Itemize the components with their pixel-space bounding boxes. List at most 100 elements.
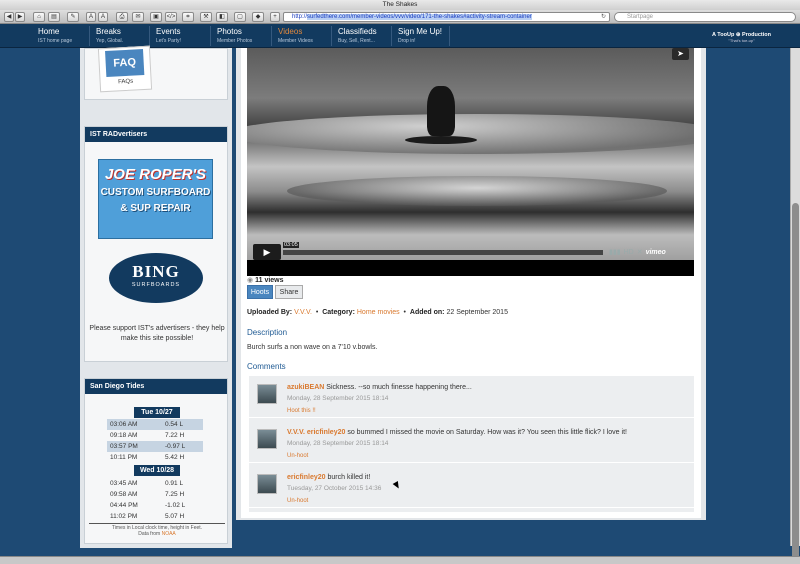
faq-box: FAQ FAQs xyxy=(84,45,228,100)
category-link[interactable]: Home movies xyxy=(357,309,400,316)
video-time: 03:05 xyxy=(283,242,299,248)
play-button[interactable]: ▶ xyxy=(253,244,281,260)
advertiser-note: Please support IST's advertisers - they … xyxy=(89,325,225,342)
avatar[interactable] xyxy=(257,474,277,494)
comment-text: Sickness. --so much finesse happening th… xyxy=(326,384,472,391)
comment-item: azukiBEAN Sickness. --so much finesse ha… xyxy=(249,376,694,418)
sidebar: FAQ FAQs IST RADvertisers JOE ROPER'S CU… xyxy=(80,45,232,548)
fullscreen-icon[interactable]: ✕ xyxy=(637,249,643,256)
uploader-link[interactable]: V.V.V. xyxy=(294,309,312,316)
browser-toolbar: ◀ ▶ ⌂ ▤ ✎ A A ⎙ ✉ ▣ </> ⌗ ⚒ ◧ ▢ ◆ + http… xyxy=(0,10,800,24)
comment-author[interactable]: ericfinley20 xyxy=(287,474,326,481)
mail-icon[interactable]: ✉ xyxy=(132,12,144,22)
tide-day-header: Wed 10/28 xyxy=(134,465,180,476)
noaa-link[interactable]: NOAA xyxy=(162,531,176,537)
video-frame xyxy=(427,86,455,136)
main-panel: ➤ ▶ 03:05 ▮▮▮ HD ✕ vimeo ◉ 11 views Hoots Sh… xyxy=(236,48,706,520)
tide-row: 11:02 PM 5.07 H xyxy=(110,513,185,520)
tide-day-header: Tue 10/27 xyxy=(134,407,180,418)
nav-item-events[interactable]: Events Let's Party! xyxy=(150,26,211,46)
reload-icon[interactable]: ↻ xyxy=(601,13,606,21)
site-brand: A TooUp ⊕ Production "That's toe-up" xyxy=(712,32,771,43)
description-text: Burch surfs a non wave on a 7'10 v.bowls… xyxy=(247,344,378,351)
extension-icon[interactable]: ◆ xyxy=(252,12,264,22)
url-field[interactable]: http://surfedthere.com/member-videos/vvv… xyxy=(283,12,610,22)
tools-icon[interactable]: ⚒ xyxy=(200,12,212,22)
tides-note: Times in Local clock time, height in Fee… xyxy=(111,525,203,537)
site-nav: Home IST home page Breaks Yep, Global. Eve… xyxy=(0,24,800,48)
css-icon[interactable]: ⌗ xyxy=(182,12,194,22)
source-icon[interactable]: </> xyxy=(165,12,177,22)
comment-item: V.V.V. ericfinley20 so bummed I missed t… xyxy=(249,421,694,463)
unhoot-link[interactable]: Un-hoot xyxy=(287,498,308,504)
comments-list: azukiBEAN Sickness. --so much finesse ha… xyxy=(249,376,694,512)
edit-icon[interactable]: ✎ xyxy=(67,12,79,22)
video-frame xyxy=(287,176,667,206)
video-progress-bar[interactable] xyxy=(283,250,603,255)
scrollbar-thumb[interactable] xyxy=(792,203,799,563)
comment-author[interactable]: V.V.V. ericfinley20 xyxy=(287,429,345,436)
window-icon[interactable]: ▢ xyxy=(234,12,246,22)
hoot-link[interactable]: Hoot this !! xyxy=(287,408,316,414)
tide-row: 09:58 AM 7.25 H xyxy=(110,491,185,498)
video-frame xyxy=(405,136,477,144)
hoots-button[interactable]: Hoots xyxy=(247,285,273,299)
video-letterbox xyxy=(247,260,694,276)
tide-row: 04:44 PM -1.02 L xyxy=(110,502,186,509)
video-meta: Uploaded By: V.V.V. • Category: Home mov… xyxy=(247,309,508,316)
nav-item-videos[interactable]: Videos Member Videos xyxy=(272,26,332,46)
comments-heading: Comments xyxy=(247,362,286,371)
pin-icon[interactable]: ◧ xyxy=(216,12,228,22)
nav-item-home[interactable]: Home IST home page xyxy=(32,26,90,46)
comment-date: Tuesday, 27 October 2015 14:36 xyxy=(287,485,382,492)
page-scrollbar[interactable] xyxy=(790,48,800,563)
search-field[interactable]: Startpage xyxy=(614,12,796,22)
send-icon[interactable]: ➤ xyxy=(672,48,689,60)
advertisers-heading: IST RADvertisers xyxy=(85,127,227,142)
comment-date: Monday, 28 September 2015 18:14 xyxy=(287,395,389,402)
tide-row: 03:57 PM -0.97 L xyxy=(107,441,203,452)
window-title: The Shakes xyxy=(0,0,800,10)
forward-icon[interactable]: ▶ xyxy=(15,12,25,22)
bookmarks-icon[interactable]: ▤ xyxy=(48,12,60,22)
tides-box: San Diego Tides Tue 10/27 03:06 AM 0.54 L… xyxy=(84,378,228,544)
divider xyxy=(89,523,225,524)
back-icon[interactable]: ◀ xyxy=(4,12,14,22)
advertisers-box: IST RADvertisers JOE ROPER'S CUSTOM SURF… xyxy=(84,126,228,362)
avatar[interactable] xyxy=(257,429,277,449)
comment-item: ericfinley20 burch killed it! Tuesday, 2… xyxy=(249,466,694,508)
description-heading: Description xyxy=(247,328,288,337)
nav-item-breaks[interactable]: Breaks Yep, Global. xyxy=(90,26,150,46)
comment-text: so bummed I missed the movie on Saturday… xyxy=(347,429,627,436)
comment-author[interactable]: azukiBEAN xyxy=(287,384,324,391)
hd-icon[interactable]: HD xyxy=(624,249,634,256)
unhoot-link[interactable]: Un-hoot xyxy=(287,453,308,459)
vimeo-logo[interactable]: ▮▮▮ HD ✕ vimeo xyxy=(609,248,666,256)
tides-heading: San Diego Tides xyxy=(85,379,227,394)
share-button[interactable]: Share xyxy=(275,285,303,299)
nav-item-signup[interactable]: Sign Me Up! Drop in! xyxy=(392,26,450,46)
comment-date: Monday, 28 September 2015 18:14 xyxy=(287,440,389,447)
print-icon[interactable]: ⎙ xyxy=(116,12,128,22)
view-count: ◉ 11 views xyxy=(247,277,284,284)
nav-item-photos[interactable]: Photos Member Photos xyxy=(211,26,272,46)
volume-icon[interactable]: ▮▮▮ xyxy=(609,249,621,256)
bing-surfboards-ad[interactable]: BING SURFBOARDS xyxy=(109,253,203,303)
video-content: ➤ ▶ 03:05 ▮▮▮ HD ✕ vimeo ◉ 11 views Hoots Sh… xyxy=(241,48,701,518)
comment-text: burch killed it! xyxy=(327,474,371,481)
tide-row: 03:45 AM 0.91 L xyxy=(110,480,184,487)
faq-icon[interactable]: FAQ FAQs xyxy=(97,45,153,93)
video-frame xyxy=(247,114,694,154)
nav-item-classifieds[interactable]: Classifieds Buy, Sell, Rent... xyxy=(332,26,392,46)
avatar[interactable] xyxy=(257,384,277,404)
text-larger-icon[interactable]: A xyxy=(98,12,108,22)
eye-icon: ◉ xyxy=(247,277,254,284)
joe-ropers-ad[interactable]: JOE ROPER'S CUSTOM SURFBOARD & SUP REPAI… xyxy=(98,159,213,239)
image-icon[interactable]: ▣ xyxy=(150,12,162,22)
home-icon[interactable]: ⌂ xyxy=(33,12,45,22)
text-smaller-icon[interactable]: A xyxy=(86,12,96,22)
status-bar xyxy=(0,556,800,564)
new-tab-icon[interactable]: + xyxy=(270,12,280,22)
tide-row: 03:06 AM 0.54 L xyxy=(107,419,203,430)
video-player[interactable]: ➤ ▶ 03:05 ▮▮▮ HD ✕ vimeo xyxy=(247,48,694,276)
